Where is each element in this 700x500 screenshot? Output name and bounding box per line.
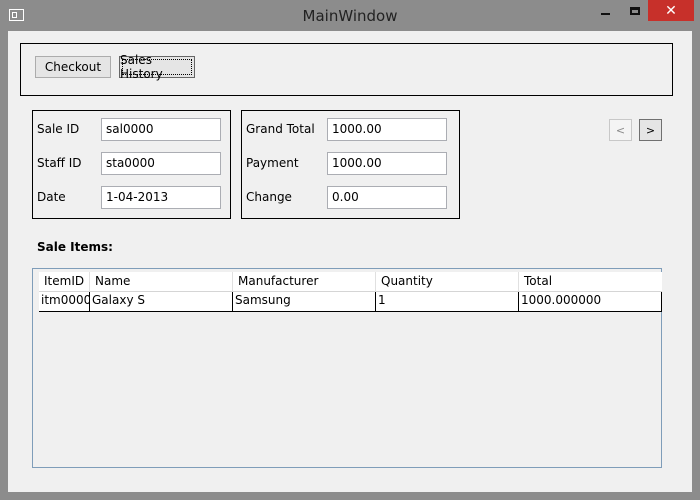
focus-rectangle bbox=[122, 59, 192, 75]
change-field[interactable]: 0.00 bbox=[327, 186, 447, 209]
previous-sale-button[interactable]: < bbox=[609, 119, 632, 141]
payment-label: Payment bbox=[246, 156, 299, 170]
grand-total-field[interactable]: 1000.00 bbox=[327, 118, 447, 141]
staff-id-field[interactable]: sta0000 bbox=[101, 152, 221, 175]
change-label: Change bbox=[246, 190, 292, 204]
main-window: MainWindow ✕ Checkout Sales History Sale… bbox=[0, 0, 700, 500]
sale-info-panel: Sale ID sal0000 Staff ID sta0000 Date 1-… bbox=[32, 110, 231, 219]
cell-manufacturer[interactable]: Samsung bbox=[233, 292, 376, 311]
grand-total-label: Grand Total bbox=[246, 122, 315, 136]
totals-panel: Grand Total 1000.00 Payment 1000.00 Chan… bbox=[241, 110, 460, 219]
cell-total[interactable]: 1000.000000 bbox=[519, 292, 661, 311]
sale-items-heading: Sale Items: bbox=[37, 240, 113, 254]
column-header-total[interactable]: Total bbox=[519, 272, 662, 292]
sale-id-field[interactable]: sal0000 bbox=[101, 118, 221, 141]
next-sale-button[interactable]: > bbox=[639, 119, 662, 141]
cell-itemid[interactable]: itm0000 bbox=[39, 292, 90, 311]
column-header-itemid[interactable]: ItemID bbox=[39, 272, 90, 292]
minimize-button[interactable] bbox=[592, 0, 618, 22]
column-header-name[interactable]: Name bbox=[90, 272, 233, 292]
minimize-icon bbox=[600, 12, 610, 15]
date-field[interactable]: 1-04-2013 bbox=[101, 186, 221, 209]
sale-items-grid[interactable]: ItemID Name Manufacturer Quantity Total … bbox=[32, 268, 662, 468]
maximize-button[interactable] bbox=[622, 0, 648, 22]
column-header-quantity[interactable]: Quantity bbox=[376, 272, 519, 292]
column-header-manufacturer[interactable]: Manufacturer bbox=[233, 272, 376, 292]
staff-id-label: Staff ID bbox=[37, 156, 82, 170]
sale-id-label: Sale ID bbox=[37, 122, 80, 136]
top-button-panel bbox=[20, 43, 673, 96]
close-button[interactable]: ✕ bbox=[648, 0, 694, 21]
grid-header: ItemID Name Manufacturer Quantity Total bbox=[39, 272, 662, 292]
window-client-area: Checkout Sales History Sale ID sal0000 S… bbox=[8, 31, 692, 492]
sales-history-button[interactable]: Sales History bbox=[119, 53, 195, 81]
close-icon: ✕ bbox=[665, 2, 677, 19]
cell-name[interactable]: Galaxy S bbox=[90, 292, 233, 311]
cell-quantity[interactable]: 1 bbox=[376, 292, 519, 311]
maximize-icon bbox=[630, 7, 640, 15]
title-bar[interactable]: MainWindow ✕ bbox=[0, 0, 700, 32]
checkout-button[interactable]: Checkout bbox=[35, 56, 111, 78]
table-row[interactable]: itm0000 Galaxy S Samsung 1 1000.000000 bbox=[39, 292, 662, 312]
date-label: Date bbox=[37, 190, 66, 204]
payment-field[interactable]: 1000.00 bbox=[327, 152, 447, 175]
